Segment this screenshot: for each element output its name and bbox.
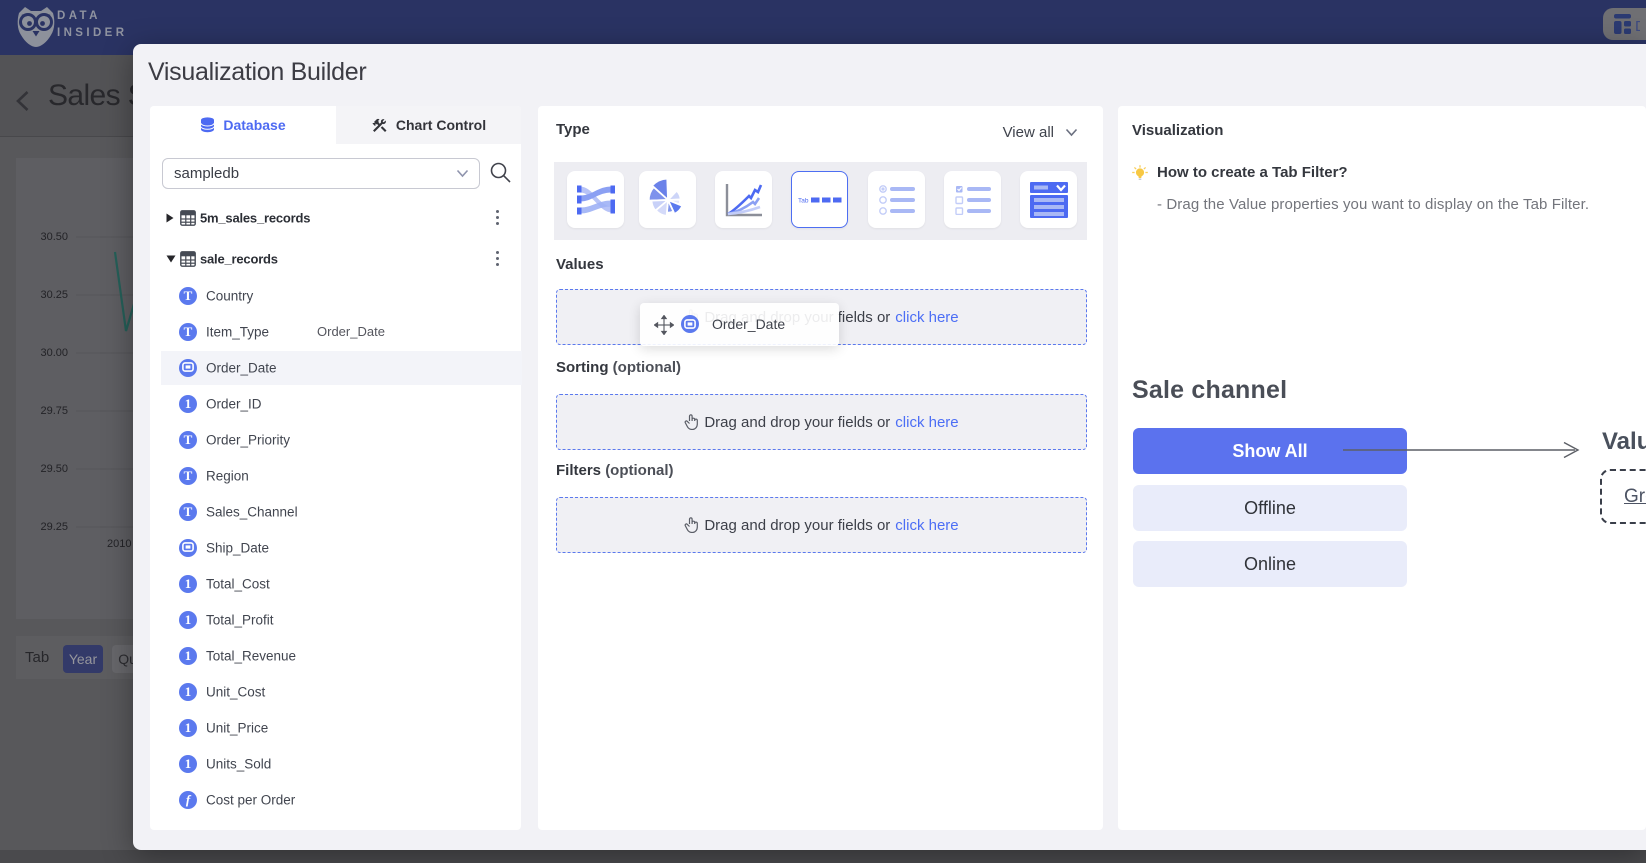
svg-text:2010: 2010	[107, 538, 131, 550]
svg-text:D: D	[1635, 18, 1640, 35]
svg-text:Tab: Tab	[798, 197, 809, 204]
